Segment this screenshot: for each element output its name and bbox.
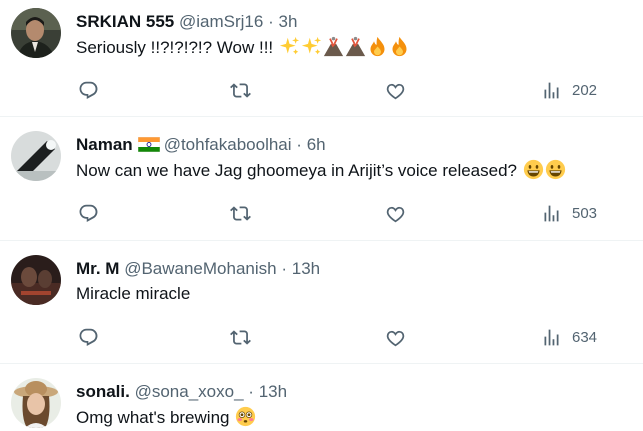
- grinning-face-icon: [523, 159, 543, 180]
- reply-icon: [79, 81, 98, 99]
- user-handle[interactable]: @sona_xoxo_: [135, 382, 244, 401]
- views-button[interactable]: 634: [541, 325, 597, 349]
- avatar[interactable]: [11, 378, 61, 428]
- reply-button[interactable]: [78, 325, 99, 349]
- reply-item[interactable]: SRKIAN 555 @iamSrj16 · 3h Seriously !!?!…: [0, 0, 643, 117]
- heart-icon: [386, 330, 405, 346]
- views-chart-icon: [544, 82, 559, 98]
- separator-dot: ·: [281, 259, 287, 278]
- india-flag-icon: [137, 137, 160, 152]
- action-bar: 503: [76, 201, 631, 225]
- display-name[interactable]: Naman: [76, 135, 133, 154]
- display-name[interactable]: Mr. M: [76, 259, 119, 278]
- views-count: 202: [572, 81, 598, 99]
- reply-meta: Mr. M @BawaneMohanish · 13h: [76, 259, 631, 279]
- separator-dot: ·: [268, 12, 274, 31]
- reply-text-content: Miracle miracle: [76, 284, 191, 303]
- reply-item[interactable]: sonali. @sona_xoxo_ · 13h Omg what's bre…: [0, 365, 643, 431]
- heart-icon: [386, 206, 405, 222]
- like-button[interactable]: [385, 78, 406, 102]
- like-button[interactable]: [385, 201, 406, 225]
- avatar[interactable]: [11, 131, 61, 181]
- reply-meta: sonali. @sona_xoxo_ · 13h: [76, 382, 631, 402]
- reply-text-content: Now can we have Jag ghoomeya in Arijit’s…: [76, 161, 522, 180]
- retweet-button[interactable]: [230, 201, 251, 225]
- sparkles-icon: [301, 36, 322, 55]
- reply-item[interactable]: Naman @tohfakaboolhai · 6h Now can we hav…: [0, 118, 643, 241]
- user-handle[interactable]: @tohfakaboolhai: [164, 135, 292, 154]
- fire-icon: [392, 36, 407, 57]
- reply-meta: Naman @tohfakaboolhai · 6h: [76, 135, 631, 155]
- fire-icon: [370, 36, 385, 57]
- avatar[interactable]: [11, 255, 61, 305]
- retweet-button[interactable]: [230, 78, 251, 102]
- action-bar: 634: [76, 325, 631, 349]
- timestamp[interactable]: 13h: [259, 382, 287, 401]
- reply-icon: [79, 204, 98, 222]
- reply-button[interactable]: [78, 78, 99, 102]
- separator-dot: ·: [248, 382, 254, 401]
- volcano-icon: [345, 36, 366, 57]
- reply-text: Now can we have Jag ghoomeya in Arijit’s…: [76, 159, 631, 182]
- retweet-button[interactable]: [230, 325, 251, 349]
- views-chart-icon: [544, 205, 559, 221]
- views-chart-icon: [544, 329, 559, 345]
- reply-icon: [79, 328, 98, 346]
- reply-item[interactable]: Mr. M @BawaneMohanish · 13h Miracle mira…: [0, 242, 643, 364]
- retweet-icon: [230, 205, 251, 221]
- reply-text: Seriously !!?!?!?!? Wow !!!: [76, 36, 631, 59]
- views-button[interactable]: 202: [541, 78, 597, 102]
- reply-text-content: Seriously !!?!?!?!? Wow !!!: [76, 38, 278, 57]
- display-name[interactable]: sonali.: [76, 382, 130, 401]
- retweet-icon: [230, 329, 251, 345]
- reply-text: Omg what's brewing: [76, 406, 631, 429]
- timestamp[interactable]: 3h: [278, 12, 297, 31]
- action-bar: 202: [76, 78, 631, 102]
- reply-text: Miracle miracle: [76, 283, 631, 305]
- timestamp[interactable]: 6h: [307, 135, 326, 154]
- views-count: 503: [572, 204, 598, 222]
- views-count: 634: [572, 328, 598, 346]
- display-name[interactable]: SRKIAN 555: [76, 12, 174, 31]
- reply-meta: SRKIAN 555 @iamSrj16 · 3h: [76, 12, 631, 32]
- flushed-face-icon: [236, 406, 256, 427]
- sparkles-icon: [279, 36, 300, 55]
- avatar[interactable]: [11, 8, 61, 58]
- reply-button[interactable]: [78, 201, 99, 225]
- heart-icon: [386, 83, 405, 99]
- reply-text-content: Omg what's brewing: [76, 408, 235, 427]
- timestamp[interactable]: 13h: [292, 259, 320, 278]
- volcano-icon: [323, 36, 344, 57]
- like-button[interactable]: [385, 325, 406, 349]
- retweet-icon: [230, 82, 251, 98]
- separator-dot: ·: [296, 135, 302, 154]
- user-handle[interactable]: @BawaneMohanish: [124, 259, 276, 278]
- grinning-face-icon: [545, 159, 565, 180]
- replies-feed: SRKIAN 555 @iamSrj16 · 3h Seriously !!?!…: [0, 0, 643, 431]
- views-button[interactable]: 503: [541, 201, 597, 225]
- user-handle[interactable]: @iamSrj16: [179, 12, 263, 31]
